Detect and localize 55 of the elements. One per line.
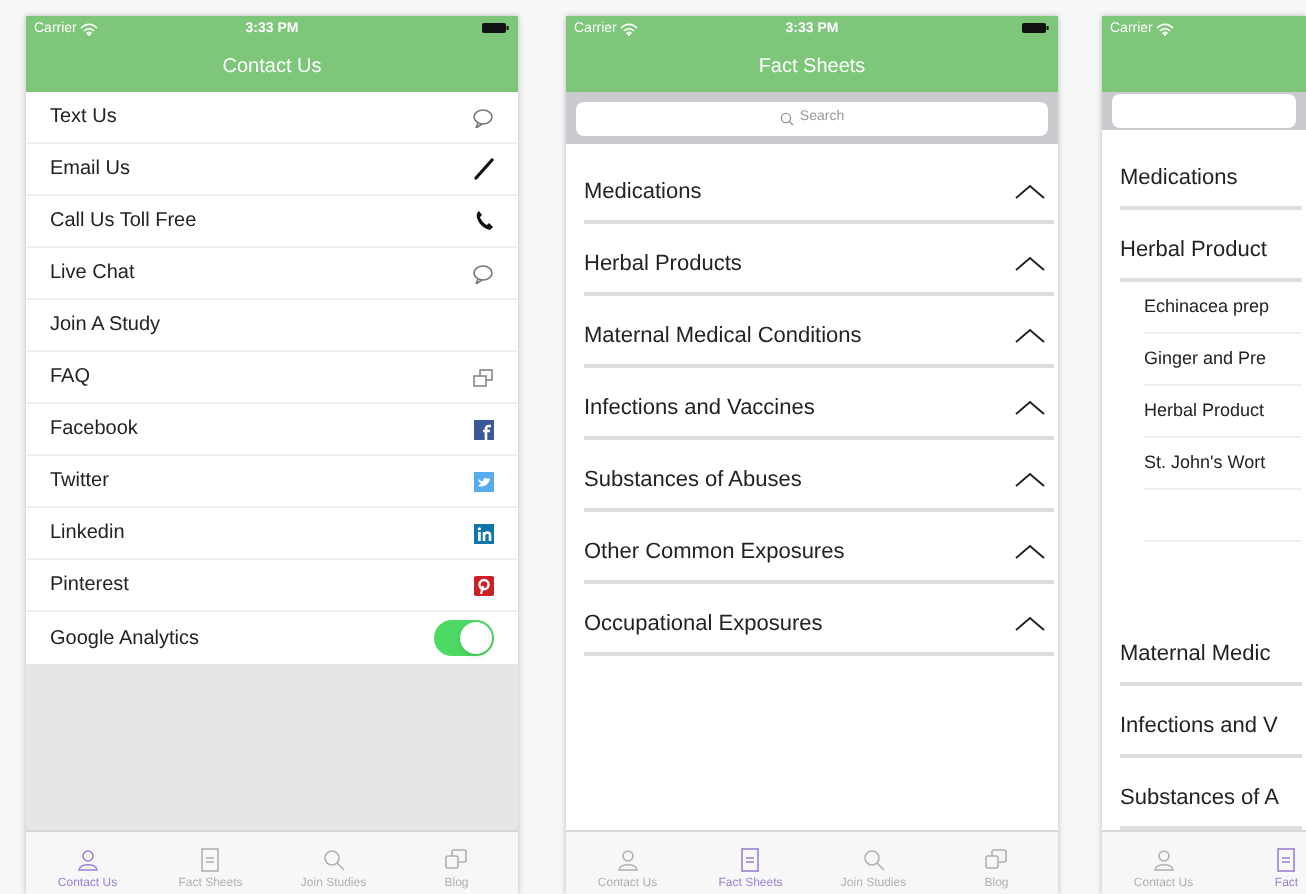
section-header[interactable]: Herbal Products [584,224,1054,296]
battery-icon [1022,22,1050,34]
section-header[interactable]: Other Common Exposures [584,512,1054,584]
speech-bubble-icon [472,107,494,127]
document-icon [198,848,223,872]
list-row[interactable]: Email Us [26,144,518,196]
search-icon [779,111,794,125]
list-row[interactable]: Live Chat [26,248,518,300]
sub-item[interactable]: Echinacea prep [1144,282,1302,334]
nav-title: Contact Us [222,53,322,81]
chat-squares-icon [984,848,1009,872]
list-row[interactable]: Google Analytics [26,612,518,664]
speech-bubble-icon [472,263,494,283]
list-row[interactable]: Twitter [26,456,518,508]
section-header[interactable]: Medications [1120,138,1302,210]
search-icon [321,848,346,872]
section-header[interactable]: Maternal Medic [1120,614,1302,686]
sub-item[interactable]: Ginger and Pre [1144,334,1302,386]
section-header[interactable]: Occupational Exposures [584,584,1054,656]
wifi-icon [620,21,639,35]
section-header[interactable]: Maternal Medical Conditions [584,296,1054,368]
chat-squares-icon [472,367,494,387]
list-row[interactable]: Facebook [26,404,518,456]
document-icon [1274,848,1299,872]
section-header[interactable]: Medications [584,152,1054,224]
section-header[interactable]: Substances of Abuses [584,440,1054,512]
toggle-switch[interactable] [434,620,494,656]
twitter-icon [474,471,494,491]
section-header[interactable]: Herbal Product [1120,210,1302,282]
list-row[interactable]: FAQ [26,352,518,404]
person-icon [1151,848,1176,872]
wifi-icon [80,21,99,35]
list-row[interactable]: Call Us Toll Free [26,196,518,248]
section-header[interactable]: Infections and V [1120,686,1302,758]
list-row[interactable]: Linkedin [26,508,518,560]
list-row[interactable]: Join A Study [26,300,518,352]
pinterest-icon [474,575,494,595]
battery-icon [482,22,510,34]
chat-squares-icon [444,848,469,872]
linkedin-icon [474,523,494,543]
wifi-icon [1156,21,1175,35]
list-row[interactable]: Text Us [26,92,518,144]
facebook-icon [474,419,494,439]
phone-icon [474,210,494,232]
section-header[interactable]: Infections and Vaccines [584,368,1054,440]
sub-item[interactable]: St. John's Wort [1144,438,1302,490]
person-icon [615,848,640,872]
search-field[interactable] [1112,94,1296,128]
list-row[interactable]: Pinterest [26,560,518,612]
sub-item[interactable]: Herbal Product [1144,386,1302,438]
nav-title: Fact Sheets [758,53,866,81]
search-icon [861,848,886,872]
pencil-icon [474,158,494,180]
document-icon [738,848,763,872]
person-icon [75,848,100,872]
